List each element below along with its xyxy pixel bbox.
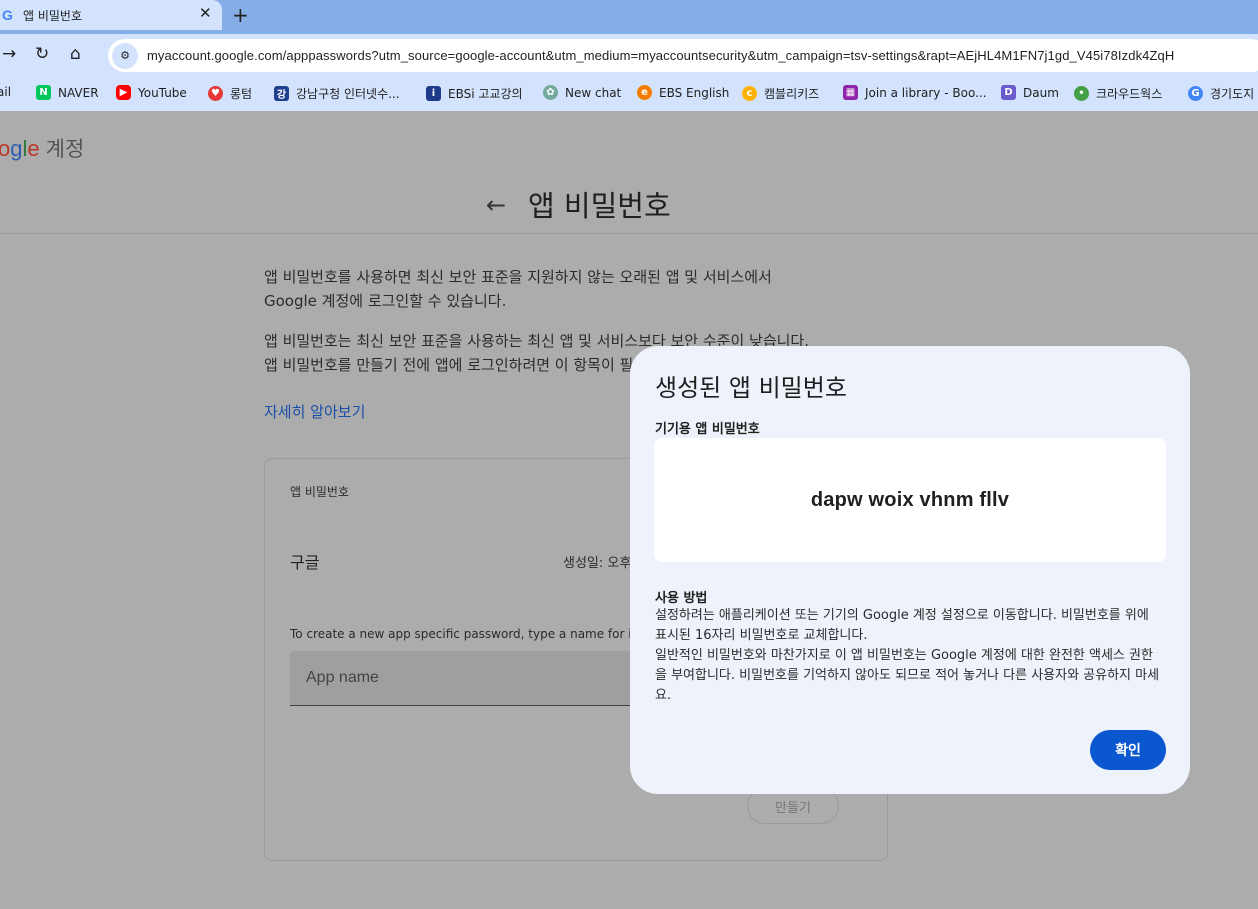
bookmark-new-chat[interactable]: ✿ New chat (543, 85, 621, 100)
chatgpt-icon: ✿ (543, 85, 558, 100)
bookmark-label: EBS English (659, 85, 730, 100)
ebs-icon: e (637, 85, 652, 100)
library-icon: ▦ (843, 85, 858, 100)
address-bar[interactable]: ⚙ myaccount.google.com/apppasswords?utm_… (108, 39, 1258, 72)
bookmark-gyeonggi[interactable]: G 경기도지 (1188, 85, 1254, 102)
bookmark-ebsi[interactable]: i EBSi 고교강의 (426, 85, 523, 102)
bookmark-label: Join a library - Boo... (865, 85, 987, 100)
bookmark-gangnam[interactable]: 강 강남구청 인터넷수... (274, 85, 400, 102)
heart-icon: ♥ (208, 86, 223, 101)
site-info-icon[interactable]: ⚙ (112, 42, 138, 69)
bookmark-label: 크라우드웍스 (1096, 87, 1163, 101)
usage-title: 사용 방법 (655, 591, 708, 606)
bookmark-label: NAVER (58, 85, 99, 100)
bookmark-label: Daum (1023, 85, 1059, 100)
crowdworks-icon: • (1074, 86, 1089, 101)
bookmark-label: 강남구청 인터넷수... (296, 87, 400, 101)
tab-title: 앱 비밀번호 (23, 8, 83, 23)
learn-more-link[interactable]: 자세히 알아보기 (264, 401, 365, 422)
bookmark-youtube[interactable]: ▶ YouTube (116, 85, 187, 100)
google-favicon-icon: G (2, 7, 13, 23)
bookmark-label: ail (0, 85, 12, 99)
generated-password[interactable]: dapw woix vhnm fllv (811, 489, 1009, 512)
ok-button[interactable]: 확인 (1090, 730, 1166, 770)
ebsi-icon: i (426, 86, 441, 101)
youtube-icon: ▶ (116, 85, 131, 100)
bookmark-naver[interactable]: N NAVER (36, 85, 99, 100)
naver-icon: N (36, 85, 51, 100)
cambly-icon: c (742, 86, 757, 101)
bookmark-library[interactable]: ▦ Join a library - Boo... (843, 85, 987, 100)
bookmark-label: New chat (565, 85, 622, 100)
card-label: 앱 비밀번호 (290, 485, 350, 499)
bookmarks-bar: ail N NAVER ▶ YouTube ♥ 롱텀 강 강남구청 인터넷수... iE… (0, 77, 1258, 111)
bookmark-cambly-kids[interactable]: c 캠블리키즈 (742, 85, 819, 102)
bookmark-label: 롱텀 (230, 87, 253, 101)
usage-text: 설정하려는 애플리케이션 또는 기기의 Google 계정 설정으로 이동합니다… (655, 606, 1160, 706)
google-account-logo[interactable]: ogle 계정 (0, 133, 84, 163)
bookmark-crowdworks[interactable]: • 크라우드웍스 (1074, 85, 1162, 102)
back-arrow-icon[interactable]: ← (486, 191, 506, 219)
bookmark-ebs-english[interactable]: e EBS English (637, 85, 729, 100)
account-label: 계정 (45, 138, 85, 161)
forward-icon[interactable]: → (2, 44, 16, 64)
reload-icon[interactable]: ↻ (35, 44, 49, 64)
dialog-title: 생성된 앱 비밀번호 (655, 374, 847, 402)
close-tab-icon[interactable]: ✕ (199, 4, 212, 22)
intro-paragraph-1: 앱 비밀번호를 사용하면 최신 보안 표준을 지원하지 않는 오래된 앱 및 서… (264, 268, 772, 310)
bookmark-longterm[interactable]: ♥ 롱텀 (208, 85, 252, 102)
toolbar: → ↻ ⌂ ⚙ myaccount.google.com/apppassword… (0, 34, 1258, 77)
usage-text-1: 설정하려는 애플리케이션 또는 기기의 Google 계정 설정으로 이동합니다… (655, 608, 1149, 643)
password-box: dapw woix vhnm fllv (654, 438, 1166, 562)
page-title: 앱 비밀번호 (528, 189, 671, 223)
bookmark-label: EBSi 고교강의 (448, 87, 523, 101)
app-name-input[interactable]: App name (290, 651, 632, 706)
bookmark-label: 캠블리키즈 (764, 87, 820, 101)
app-entry-name: 구글 (290, 553, 320, 572)
create-hint: To create a new app specific password, t… (290, 627, 630, 641)
url-text: myaccount.google.com/apppasswords?utm_so… (147, 48, 1175, 63)
app-entry-created: 생성일: 오후 (563, 556, 632, 571)
usage-text-2: 일반적인 비밀번호와 마찬가지로 이 앱 비밀번호는 Google 계정에 대한… (655, 648, 1160, 703)
daum-icon: D (1001, 85, 1016, 100)
bookmark-label: YouTube (138, 85, 187, 100)
gangnam-icon: 강 (274, 86, 289, 101)
tab-app-passwords[interactable]: G 앱 비밀번호 ✕ (0, 0, 222, 30)
bookmark-daum[interactable]: D Daum (1001, 85, 1059, 100)
device-password-label: 기기용 앱 비밀번호 (655, 422, 760, 437)
bookmark-label: 경기도지 (1210, 87, 1255, 101)
new-tab-icon[interactable]: + (232, 3, 249, 27)
google-icon: G (1188, 86, 1203, 101)
header-divider (0, 233, 1258, 234)
home-icon[interactable]: ⌂ (70, 44, 81, 64)
bookmark-gmail[interactable]: ail (0, 85, 11, 99)
generated-password-dialog: 생성된 앱 비밀번호 기기용 앱 비밀번호 dapw woix vhnm fll… (630, 346, 1190, 794)
tab-strip: G 앱 비밀번호 ✕ + (0, 0, 1258, 34)
